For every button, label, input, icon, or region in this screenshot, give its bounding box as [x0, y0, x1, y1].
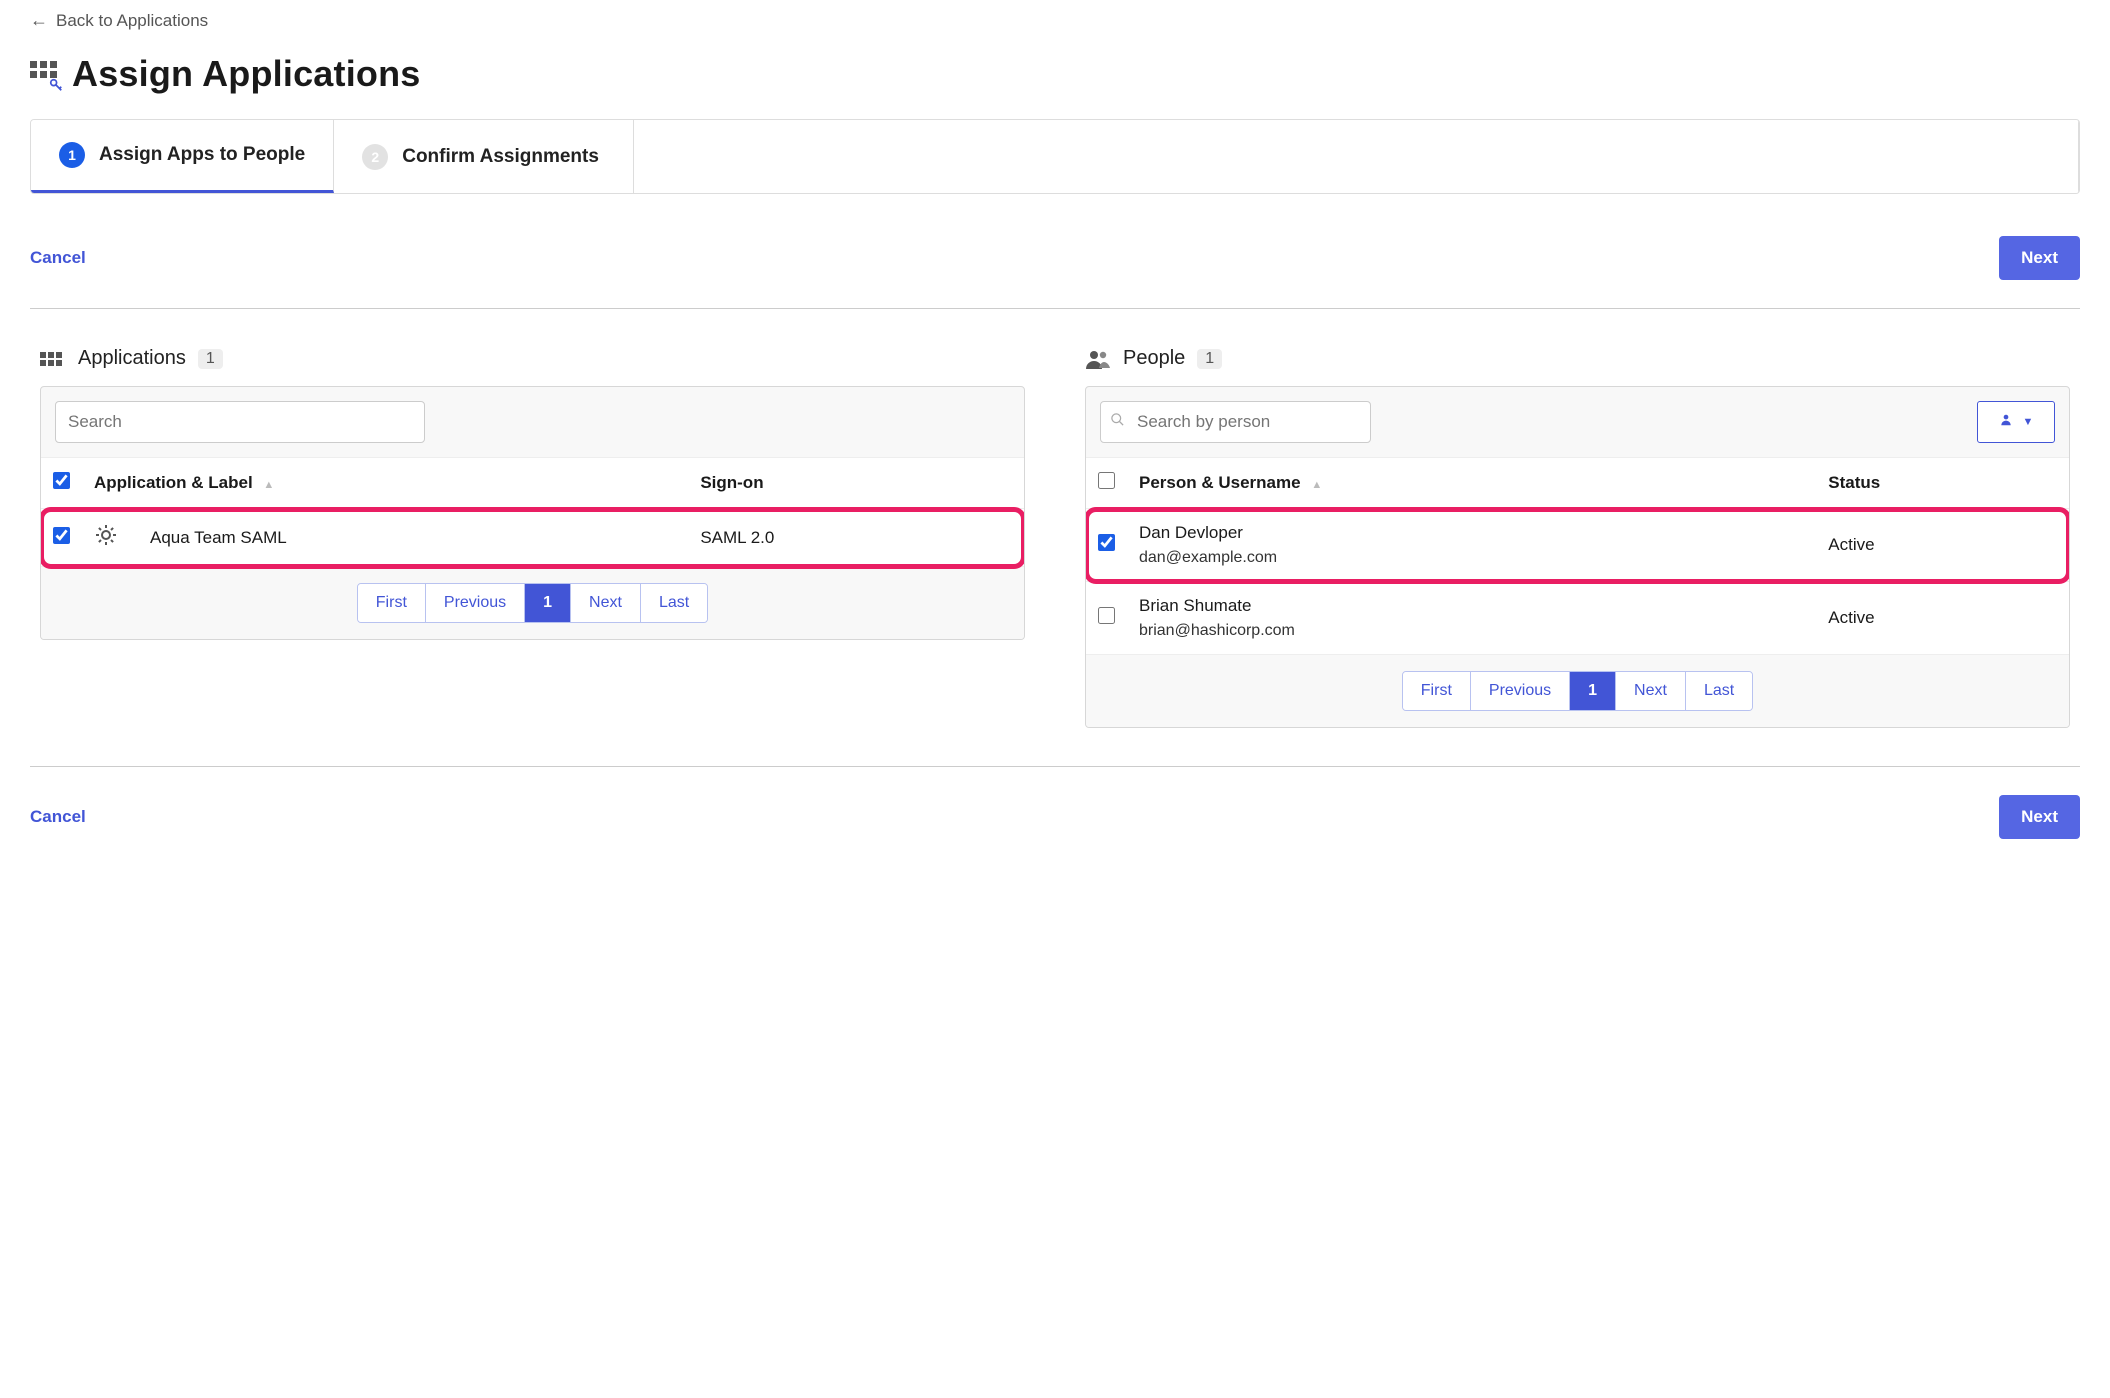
person-row-checkbox[interactable]	[1098, 534, 1115, 551]
application-row-checkbox[interactable]	[53, 527, 70, 544]
pager-last[interactable]: Last	[641, 584, 707, 622]
applications-pager: First Previous 1 Next Last	[357, 583, 708, 623]
person-email: brian@hashicorp.com	[1139, 622, 1804, 640]
people-panel-header: People 1	[1085, 347, 2070, 370]
people-pager-row: First Previous 1 Next Last	[1086, 655, 2069, 727]
action-row-bottom: Cancel Next	[30, 766, 2080, 867]
pager-next[interactable]: Next	[571, 584, 641, 622]
page-title-row: Assign Applications	[30, 53, 2080, 95]
next-button[interactable]: Next	[1999, 795, 2080, 839]
back-to-applications-link[interactable]: ← Back to Applications	[30, 10, 208, 31]
applications-title: Applications	[78, 347, 186, 370]
pager-page-1[interactable]: 1	[525, 584, 571, 622]
page-title: Assign Applications	[72, 53, 421, 95]
people-pager: First Previous 1 Next Last	[1402, 671, 1753, 711]
step-number-badge: 1	[59, 142, 85, 168]
pager-last[interactable]: Last	[1686, 672, 1752, 710]
person-status: Active	[1816, 509, 2069, 582]
step-label: Confirm Assignments	[402, 146, 599, 168]
wizard-steps: 1 Assign Apps to People 2 Confirm Assign…	[30, 119, 2080, 194]
table-row[interactable]: Aqua Team SAML SAML 2.0	[41, 509, 1024, 567]
wizard-step-1[interactable]: 1 Assign Apps to People	[31, 120, 334, 193]
apps-grid-icon	[30, 61, 58, 87]
applications-grid-icon	[40, 352, 62, 366]
gear-icon	[94, 523, 118, 547]
people-search-bar: ▼	[1086, 387, 2069, 458]
person-email: dan@example.com	[1139, 549, 1804, 567]
cancel-link[interactable]: Cancel	[30, 807, 86, 827]
applications-col-app-label[interactable]: Application & Label ▲	[82, 458, 688, 509]
application-sign-on: SAML 2.0	[688, 509, 1024, 567]
wizard-step-2[interactable]: 2 Confirm Assignments	[334, 120, 634, 193]
pager-previous[interactable]: Previous	[426, 584, 525, 622]
back-link-label: Back to Applications	[56, 11, 208, 31]
people-count-badge: 1	[1197, 349, 1222, 369]
key-icon	[49, 78, 63, 92]
applications-table: Application & Label ▲ Sign-on	[41, 458, 1024, 567]
applications-search-bar	[41, 387, 1024, 458]
applications-panel-header: Applications 1	[40, 347, 1025, 370]
table-row[interactable]: Dan Devloper dan@example.com Active	[1086, 509, 2069, 582]
application-name: Aqua Team SAML	[138, 509, 688, 567]
wizard-step-filler	[634, 120, 2079, 193]
person-row-checkbox[interactable]	[1098, 607, 1115, 624]
pager-next[interactable]: Next	[1616, 672, 1686, 710]
search-icon	[1110, 412, 1125, 432]
people-icon	[1085, 348, 1111, 370]
people-search-input[interactable]	[1100, 401, 1371, 443]
applications-panel: Applications 1 Application & Label ▲	[40, 347, 1025, 728]
pager-first[interactable]: First	[358, 584, 426, 622]
applications-search-input[interactable]	[55, 401, 425, 443]
applications-panel-box: Application & Label ▲ Sign-on	[40, 386, 1025, 640]
people-panel-box: ▼ Person & Username ▲ Status	[1085, 386, 2070, 728]
pager-page-1[interactable]: 1	[1570, 672, 1616, 710]
person-name: Brian Shumate	[1139, 596, 1804, 616]
applications-pager-row: First Previous 1 Next Last	[41, 567, 1024, 639]
person-name: Dan Devloper	[1139, 523, 1804, 543]
sort-asc-icon: ▲	[1311, 479, 1322, 491]
applications-col-sign-on: Sign-on	[688, 458, 1024, 509]
people-filter-button[interactable]: ▼	[1977, 401, 2055, 443]
person-icon	[1999, 413, 2013, 431]
pager-first[interactable]: First	[1403, 672, 1471, 710]
panels-row: Applications 1 Application & Label ▲	[30, 347, 2080, 728]
action-row-top: Cancel Next	[30, 236, 2080, 309]
person-status: Active	[1816, 582, 2069, 655]
pager-previous[interactable]: Previous	[1471, 672, 1570, 710]
applications-select-all-header	[41, 458, 82, 509]
people-panel: People 1 ▼	[1085, 347, 2070, 728]
people-col-person[interactable]: Person & Username ▲	[1127, 458, 1816, 509]
step-label: Assign Apps to People	[99, 144, 305, 166]
people-select-all-header	[1086, 458, 1127, 509]
people-select-all-checkbox[interactable]	[1098, 472, 1115, 489]
applications-select-all-checkbox[interactable]	[53, 472, 70, 489]
chevron-down-icon: ▼	[2023, 416, 2034, 428]
people-col-status: Status	[1816, 458, 2069, 509]
next-button[interactable]: Next	[1999, 236, 2080, 280]
step-number-badge: 2	[362, 144, 388, 170]
applications-count-badge: 1	[198, 349, 223, 369]
table-row[interactable]: Brian Shumate brian@hashicorp.com Active	[1086, 582, 2069, 655]
people-title: People	[1123, 347, 1185, 370]
cancel-link[interactable]: Cancel	[30, 248, 86, 268]
arrow-left-icon: ←	[30, 10, 48, 31]
sort-asc-icon: ▲	[263, 479, 274, 491]
people-table: Person & Username ▲ Status Dan Devloper	[1086, 458, 2069, 655]
